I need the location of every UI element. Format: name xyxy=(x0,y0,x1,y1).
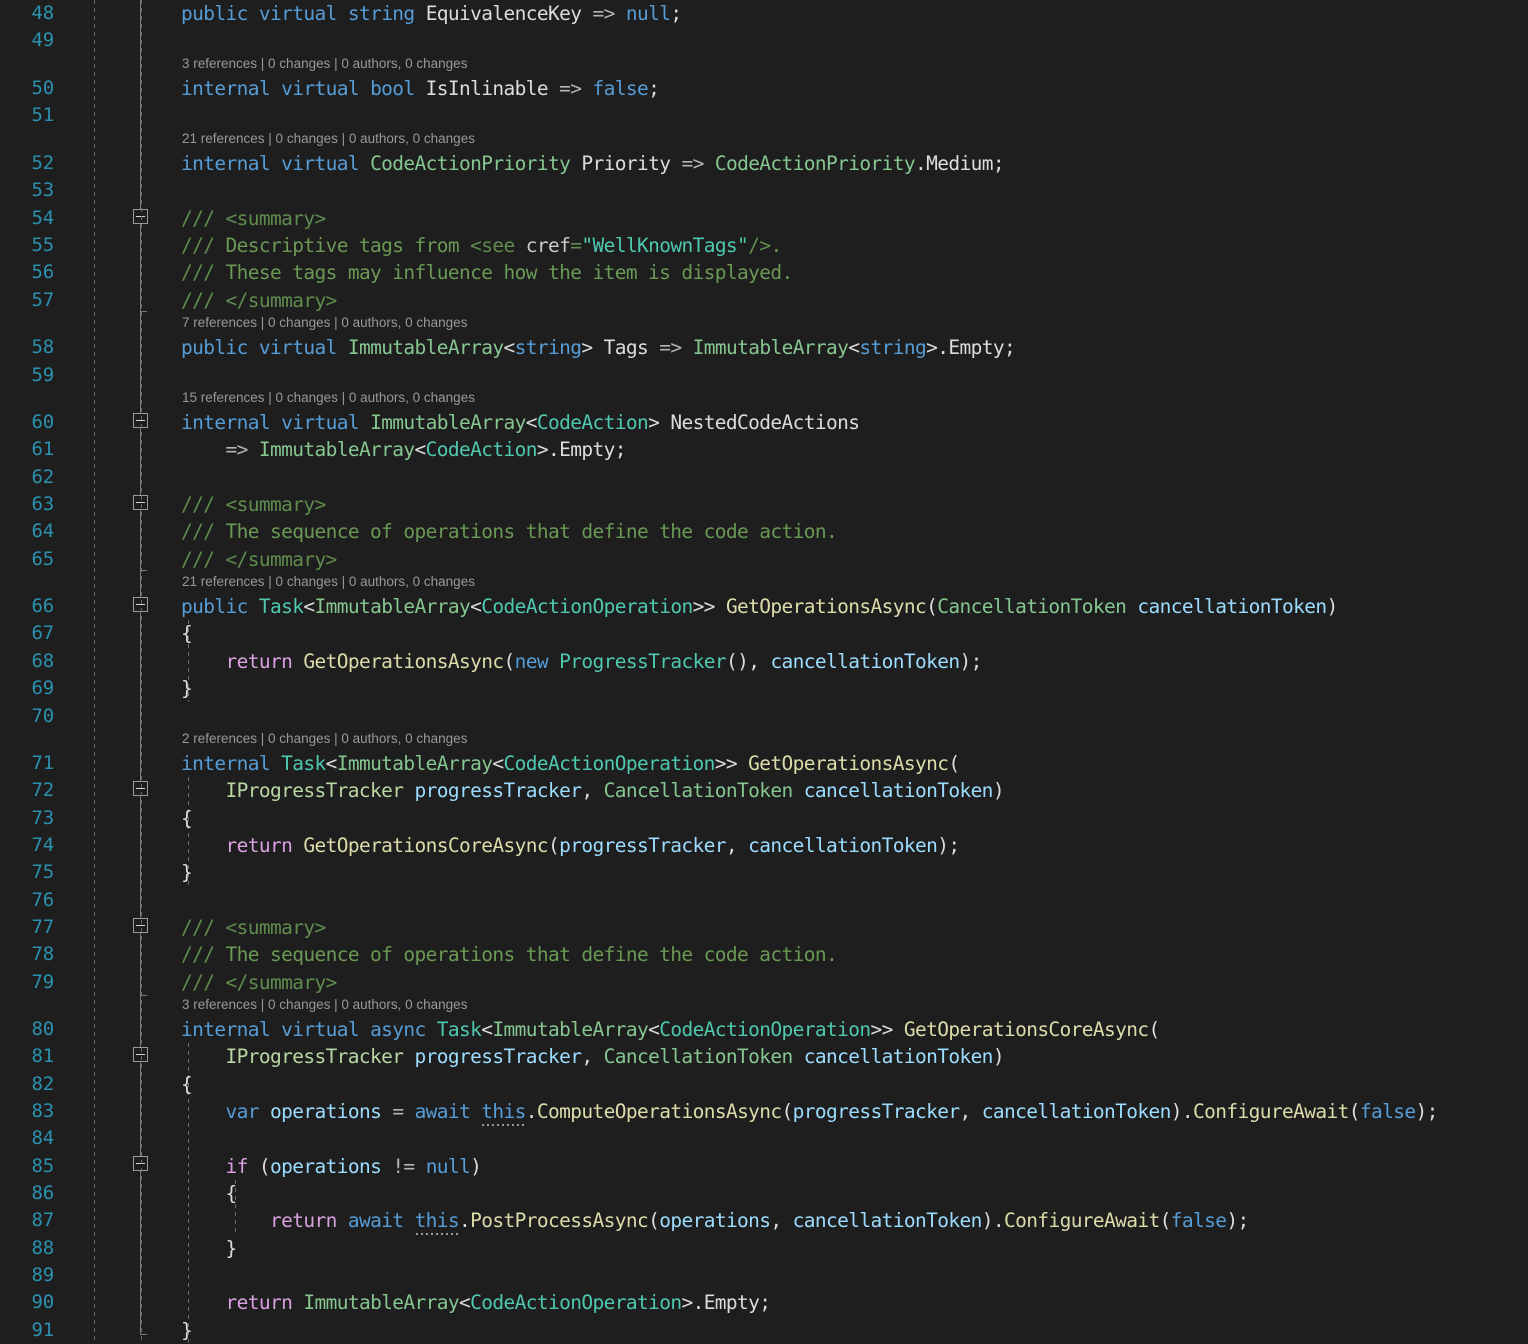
code-line-72[interactable]: IProgressTracker progressTracker, Cancel… xyxy=(181,777,1004,804)
code-line-83[interactable]: var operations = await this.ComputeOpera… xyxy=(181,1098,1438,1125)
code-line-75[interactable]: } xyxy=(181,859,193,886)
code-line-63[interactable]: /// <summary> xyxy=(181,491,326,518)
code-line-52[interactable]: internal virtual CodeActionPriority Prio… xyxy=(181,150,1005,177)
code-line-79[interactable]: /// </summary> xyxy=(181,969,337,996)
code-line-78[interactable]: /// The sequence of operations that defi… xyxy=(181,941,838,968)
code-line-58[interactable]: public virtual ImmutableArray<string> Ta… xyxy=(181,334,1016,361)
code-line-80[interactable]: internal virtual async Task<ImmutableArr… xyxy=(181,1016,1160,1043)
code-line-64[interactable]: /// The sequence of operations that defi… xyxy=(181,518,838,545)
codelens-line-66[interactable]: 21 references | 0 changes | 0 authors, 0… xyxy=(182,574,475,590)
code-line-90[interactable]: return ImmutableArray<CodeActionOperatio… xyxy=(181,1289,771,1316)
codelens-line-52[interactable]: 21 references | 0 changes | 0 authors, 0… xyxy=(182,131,475,147)
code-text-surface[interactable]: public virtual string EquivalenceKey => … xyxy=(0,0,1528,1344)
code-line-71[interactable]: internal Task<ImmutableArray<CodeActionO… xyxy=(181,750,960,777)
codelens-line-80[interactable]: 3 references | 0 changes | 0 authors, 0 … xyxy=(182,997,467,1013)
code-line-57[interactable]: /// </summary> xyxy=(181,287,337,314)
code-line-87[interactable]: return await this.PostProcessAsync(opera… xyxy=(181,1207,1249,1234)
code-line-66[interactable]: public Task<ImmutableArray<CodeActionOpe… xyxy=(181,593,1338,620)
code-line-73[interactable]: { xyxy=(181,805,193,832)
codelens-line-50[interactable]: 3 references | 0 changes | 0 authors, 0 … xyxy=(182,56,467,72)
codelens-line-60[interactable]: 15 references | 0 changes | 0 authors, 0… xyxy=(182,390,475,406)
code-line-56[interactable]: /// These tags may influence how the ite… xyxy=(181,259,793,286)
code-line-77[interactable]: /// <summary> xyxy=(181,914,326,941)
code-line-68[interactable]: return GetOperationsAsync(new ProgressTr… xyxy=(181,648,982,675)
codelens-line-71[interactable]: 2 references | 0 changes | 0 authors, 0 … xyxy=(182,731,467,747)
code-line-60[interactable]: internal virtual ImmutableArray<CodeActi… xyxy=(181,409,860,436)
code-line-86[interactable]: { xyxy=(181,1180,237,1207)
code-line-65[interactable]: /// </summary> xyxy=(181,546,337,573)
code-line-88[interactable]: } xyxy=(181,1235,237,1262)
code-line-50[interactable]: internal virtual bool IsInlinable => fal… xyxy=(181,75,660,102)
code-line-54[interactable]: /// <summary> xyxy=(181,205,326,232)
code-line-55[interactable]: /// Descriptive tags from <see cref="Wel… xyxy=(181,232,782,259)
code-line-67[interactable]: { xyxy=(181,620,193,647)
code-line-85[interactable]: if (operations != null) xyxy=(181,1153,481,1180)
code-line-81[interactable]: IProgressTracker progressTracker, Cancel… xyxy=(181,1043,1004,1070)
codelens-line-58[interactable]: 7 references | 0 changes | 0 authors, 0 … xyxy=(182,315,467,331)
code-line-69[interactable]: } xyxy=(181,675,193,702)
code-editor[interactable]: 48 49 50 51 52 53 54 55 56 57 58 59 60 6… xyxy=(0,0,1528,1344)
code-line-61[interactable]: => ImmutableArray<CodeAction>.Empty; xyxy=(181,436,626,463)
code-line-48[interactable]: public virtual string EquivalenceKey => … xyxy=(181,0,682,27)
code-line-74[interactable]: return GetOperationsCoreAsync(progressTr… xyxy=(181,832,960,859)
code-line-82[interactable]: { xyxy=(181,1071,193,1098)
code-line-91[interactable]: } xyxy=(181,1317,193,1344)
